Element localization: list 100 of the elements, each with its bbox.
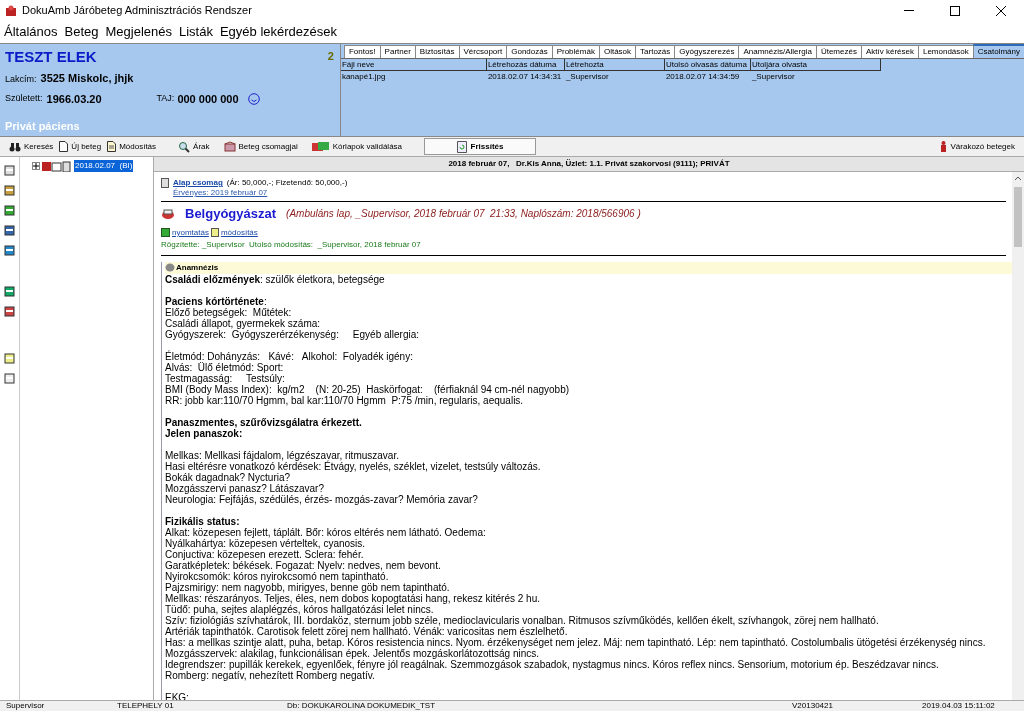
menu-item[interactable]: Egyéb lekérdezések [219,22,337,42]
report-line: Családi állapot, gyermekek száma: [165,317,322,329]
toolbar-button[interactable]: Kórlapok validálása [311,140,403,153]
tab[interactable]: Tartozás [635,45,675,58]
scroll-up-icon[interactable] [1014,175,1022,181]
folders-icon [311,141,330,152]
column-header[interactable]: Utoljára olvasta [750,59,881,71]
tab[interactable]: Aktív kérések [860,45,918,58]
status-field: Db: DOKUKAROLINA DOKUMEDIK_TST [281,701,786,711]
magnifier-icon [178,140,191,153]
report-line: Nyálkahártya: közepesen vérteltek, cyanosis. [165,537,367,549]
report-line: Szív: fiziológiás szívhatárok, III. bordaköz, sternum jobb széle, medioclavicularis vonalban. Ritmusos szívműködés, kellően ékelt, szívhangok, zörej nem hallható. [165,614,880,626]
report-line: Nyirokcsomók: kóros nyirokcsomó nem tapintható. [165,570,390,582]
scrollbar-thumb[interactable] [1014,187,1022,247]
tab[interactable]: Oltások [598,45,636,58]
taj-value: 000 000 000 [177,91,239,107]
refresh-icon [456,140,467,153]
taj-label: TAJ: [156,92,175,105]
toolbar-button[interactable]: Keresés [9,140,54,153]
tab[interactable]: Lemondások [917,45,973,58]
package-price: (Ár: 50,000,-; Fizetendő: 50,000,-) [226,178,348,188]
tab[interactable]: Ütemezés [815,45,861,58]
birth-label: Született: [5,92,43,105]
report-line: Fizikális status: [165,515,241,527]
smiley-icon [247,92,260,105]
menu-item[interactable]: Általános [4,22,58,42]
record-info: Rögzítette: _Supervisor Utolsó módosítás: _Supervisor, 2018 február 07 [161,238,422,251]
report-line: EKG: [165,691,190,700]
page-icon [107,141,117,152]
binoculars-icon [9,141,21,152]
menu-item[interactable]: Beteg [64,22,99,42]
page-icon[interactable] [4,353,15,364]
report-line: Neurologia: Fejfájás, szédülés, érzés- mozgás-zavar? Memória zavar? [165,493,479,505]
menu-item[interactable]: Megjelenés [105,22,172,42]
report-line: Családi előzmények: szülők életkora, betegsége [165,273,386,285]
validity-link[interactable]: Érvényes: 2019 február 07 [173,188,348,198]
table-cell: _Supervisor [751,72,795,81]
table-cell: 2018.02.07 14:34:59 [665,72,740,81]
tab[interactable]: Fontos! [343,45,380,58]
report-line: Idegrendszer: pupillák kerekek, egyenlőek, fényre jól reagálnak. Szemmozgások szabadok, nystagmus nincs. Kóros reflex nincs. Sensorium, motorium ép. Beszédzavar nincs. [165,658,940,670]
toolbar-button[interactable]: Beteg csomagjai [223,140,298,153]
report-line: Életmód: Dohányzás: Kávé: Alkohol: Folyadék igény: [165,350,414,362]
table-cell: 2018.02.07 14:34:31 [487,72,562,81]
page-icon[interactable] [4,373,15,384]
report-line: Alvás: Ülő életmód: Sport: [165,361,285,373]
scrollbar[interactable] [1012,172,1024,700]
waiting-patients-button[interactable]: Várakozó betegek [939,140,1015,153]
column-header[interactable]: Létrehozta [564,59,665,71]
report-line: BMI (Body Mass Index): kg/m2 (N: 20-25) Haskörfogat: (férfiaknál 94 cm-nél nagyobb) [165,383,571,395]
tab[interactable]: Gyógyszerezés [674,45,739,58]
report-line: Mellkas: részarányos. Teljes, éles, nem dobos kopogtatási hang, rekesz kitérés 2 hu. [165,592,541,604]
person-icon [939,141,947,152]
toolbar-button[interactable]: Módosítás [107,140,157,153]
patient-name: TESZT ELEK [5,48,97,66]
tab[interactable]: Vércsoport [458,45,507,58]
report-line: Jelen panaszok: [165,427,243,439]
report-line: Előző betegségek: Műtétek: [165,306,293,318]
birth-value: 1966.03.20 [46,91,103,107]
report-line: Bokák dagadnak? Nycturia? [165,471,292,483]
tree-item[interactable]: 2018.02.07 (BI) [74,160,134,172]
menu-item[interactable]: Listák [178,22,213,42]
tab[interactable]: Problémák [551,45,599,58]
toolbar-button[interactable]: Új beteg [59,140,102,153]
address-label: Lakcím: [5,73,37,86]
address-value: 3525 Miskolc, jhjk [40,71,134,86]
report-line: Testmagasság: Testsúly: [165,372,286,384]
report-line: Hasi eltérésre vonatkozó kérdések: Étvágy, nyelés, széklet, vizelet, testsúly változás. [165,460,542,472]
package-link[interactable]: Alap csomag [173,178,223,188]
toolbar-button[interactable]: Árak [178,140,210,153]
report-line: Mozgásszervi panasz? Látászavar? [165,482,325,494]
report-line: Has: a mellkas szintje alatt, puha, betap. Kóros resistencia nincs. Nyom. érzékenységet nem jelez. Máj: nem tapintható. Lép: nem tapintható. Costolumbalis ütögetési érzékenység nincs. [165,636,987,648]
app-logo-icon [5,4,17,17]
section-title: Anamnézis [176,261,219,274]
tab[interactable]: Csatolmány [972,44,1024,58]
report-line: Conjuctiva: közepesen erezett. Sclera: fehér. [165,548,365,560]
edit-link[interactable]: módosítás [220,226,258,239]
tab[interactable]: Anamnézis/Allergia [738,45,816,58]
status-field: TELEPHELY 01 [111,701,281,711]
status-field: Supervisor [0,701,111,711]
window-title: DokuAmb Járóbeteg Adminisztrációs Rendszer [22,3,252,19]
expand-toggle[interactable] [32,162,40,170]
tab[interactable]: Partner [379,45,415,58]
report-line: Tüdő: puha, sejtes alaplégzés, kóros hallgatózási lelet nincs. [165,603,434,615]
column-header[interactable]: Utolsó olvasás dátuma [664,59,751,71]
print-link[interactable]: nyomtatás [172,226,209,239]
report-line: Pajzsmirigy: nem nagyobb, mirigyes, benne göb nem tapintható. [165,581,451,593]
column-header[interactable]: Fájl neve [340,59,487,71]
report-line: Alkat: közepesen fejlett, táplált. Bőr: kóros eltérés nem látható. Oedema: [165,526,487,538]
status-field: V20130421 [786,701,916,711]
page-icon [210,228,219,237]
visit-subtitle: (Ambuláns lap, _Supervisor, 2018 február 07 21:33, Naplószám: 2018/566906 ) [286,207,641,222]
report-line: Artériák tapinthatók. Carotisok felett zörej nem hallható. Vénák: varicositas nem észlelhető. [165,625,569,637]
tab[interactable]: Biztosítás [414,45,459,58]
tab[interactable]: Gondozás [506,45,552,58]
count-label: 2 [327,49,334,64]
report-line: RR: jobb kar:110/70 Hgmm, bal kar:110/70 Hgmm P:75 /min, regularis, aequalis. [165,394,525,406]
report-line: Garatképletek: békések. Fogazat: Nyelv: nedves, nem bevont. [165,559,442,571]
report-line: Romberg: negatív, nehezített Romberg negatív. [165,669,375,681]
refresh-button[interactable]: Frissítés [424,138,537,155]
column-header[interactable]: Létrehozás dátuma [486,59,565,71]
